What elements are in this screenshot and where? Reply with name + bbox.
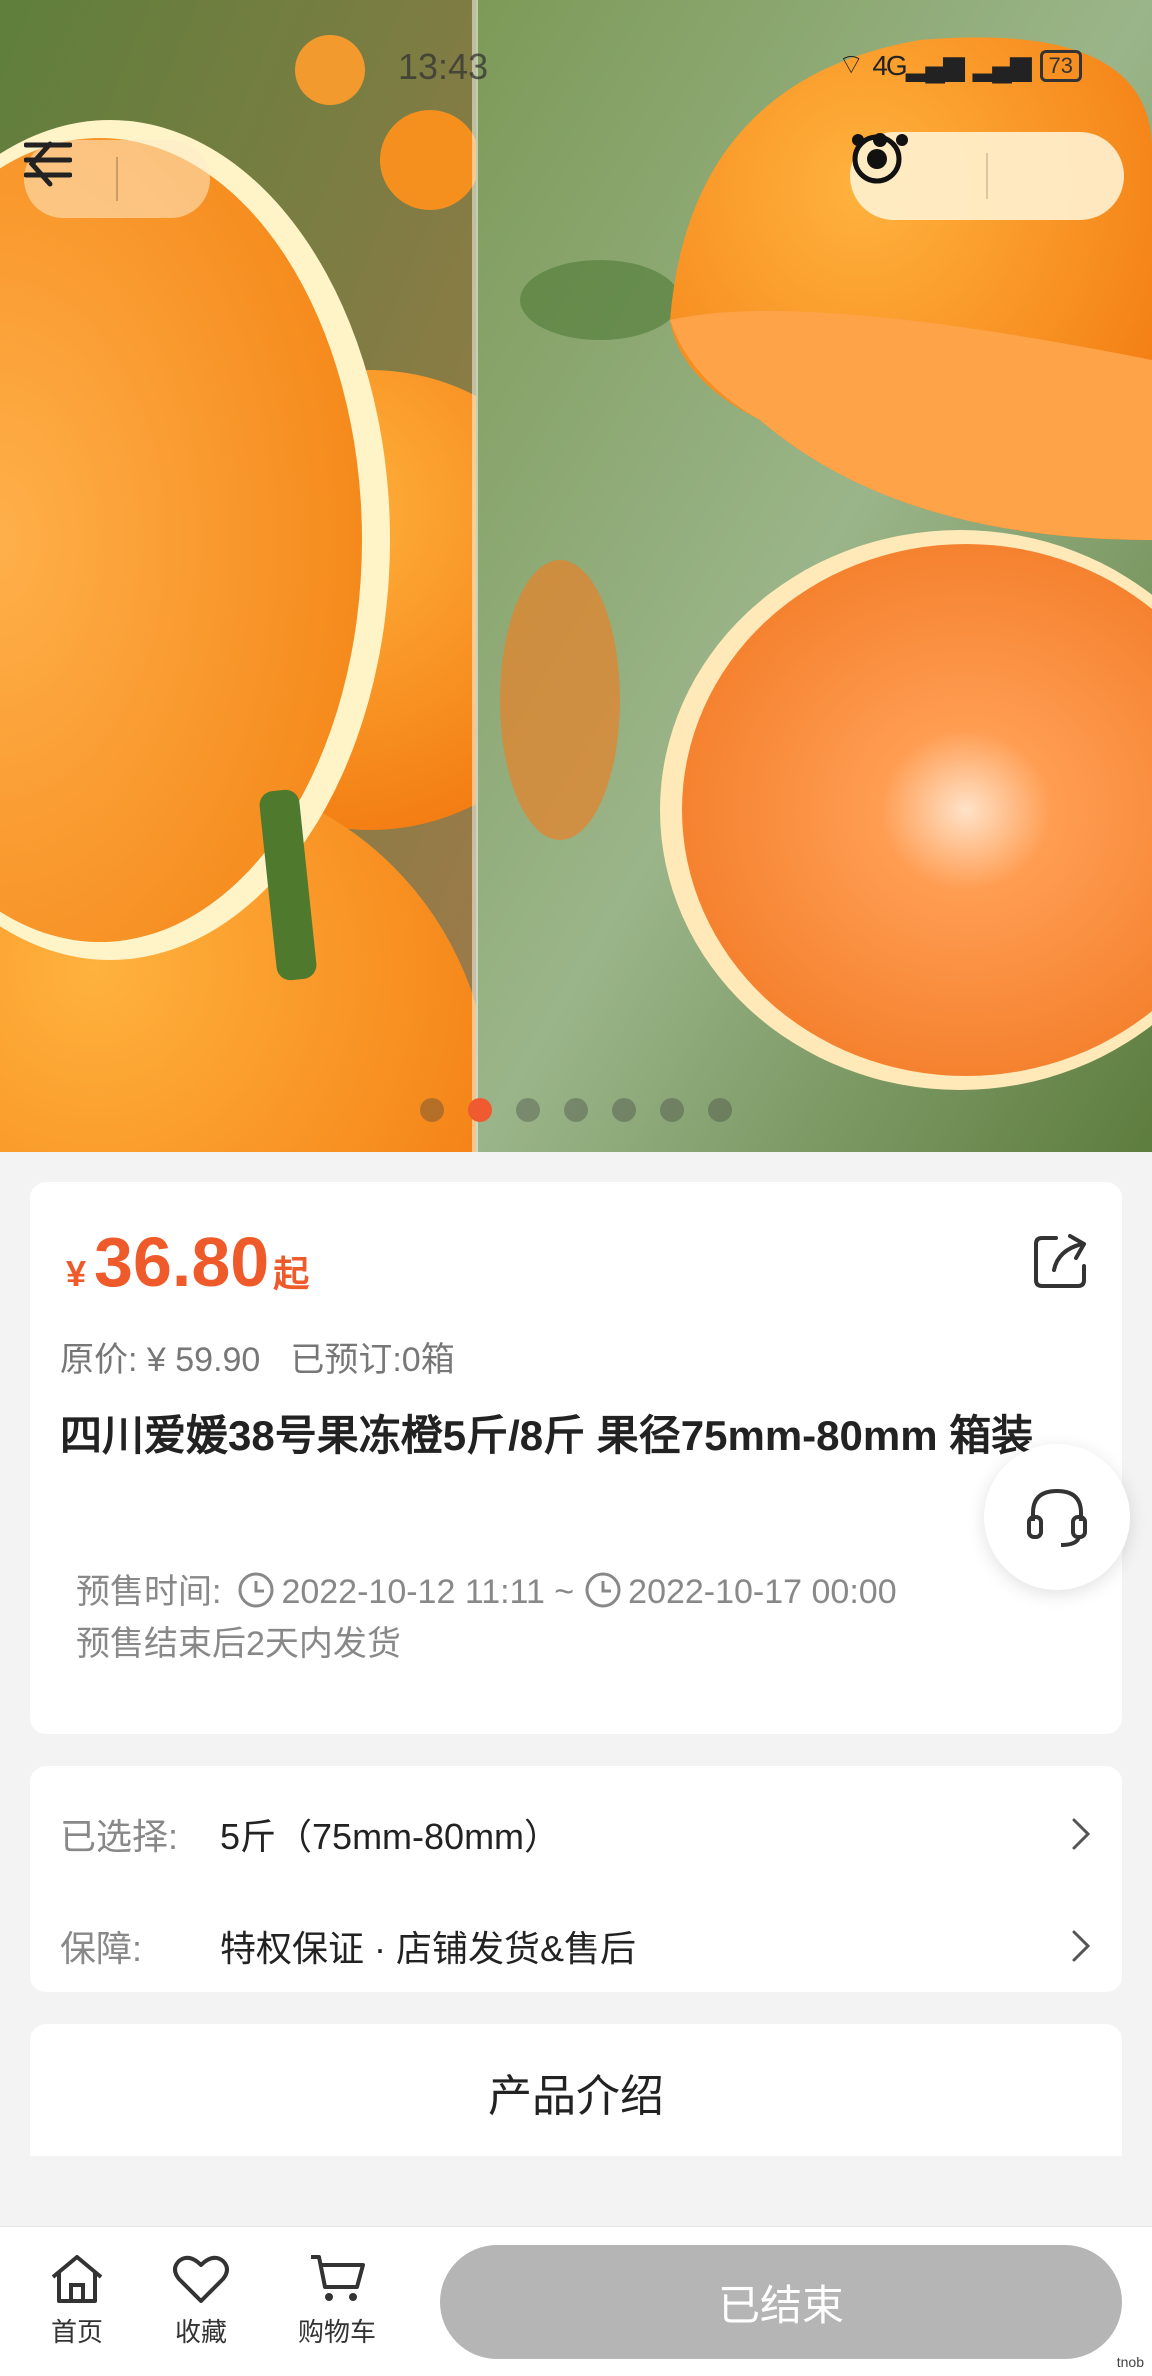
- nav-capsule: [24, 140, 210, 218]
- presale-end: 2022-10-17 00:00: [628, 1573, 897, 1611]
- watermark: tnob: [1116, 2354, 1144, 2370]
- tab-favorite[interactable]: 收藏: [146, 2251, 256, 2349]
- bottom-action-bar: 首页 收藏 购物车 已结束: [0, 2226, 1152, 2376]
- tab-favorite-label: 收藏: [174, 2317, 227, 2347]
- currency-symbol: ¥: [66, 1253, 87, 1294]
- status-time: 13:43: [398, 46, 489, 87]
- preorder-count: 已预订:0箱: [290, 1341, 455, 1379]
- clock-icon: [238, 1572, 274, 1608]
- status-bar: 13:43 ⌔ 4G▂▄▆ ▂▄▆ 73: [0, 40, 1152, 90]
- shipping-note: 预售结束后2天内发货: [76, 1625, 401, 1663]
- customer-service-button[interactable]: [984, 1444, 1130, 1590]
- share-button[interactable]: [1030, 1230, 1092, 1292]
- chevron-right-icon: [1072, 1818, 1091, 1850]
- signal-icon-2: ▂▄▆: [972, 50, 1032, 81]
- presale-info: 预售时间: 2022-10-12 11:11 ~2022-10-17 00:00 …: [76, 1566, 897, 1670]
- chevron-right-icon: [1072, 1930, 1091, 1962]
- guarantee-value: 特权保证 · 店铺发货&售后: [220, 1928, 637, 1969]
- product-image-carousel[interactable]: 13:43 ⌔ 4G▂▄▆ ▂▄▆ 73: [0, 0, 1152, 1152]
- price-value: 36.80: [94, 1223, 270, 1301]
- clock-icon: [585, 1572, 621, 1608]
- carousel-dot[interactable]: [516, 1098, 540, 1122]
- tab-home[interactable]: 首页: [22, 2251, 132, 2349]
- intro-title: 产品介绍: [488, 2072, 664, 2121]
- guarantee-row[interactable]: 保障: 特权保证 · 店铺发货&售后: [60, 1916, 1092, 1976]
- cart-icon: [311, 2255, 365, 2301]
- home-icon: [51, 2255, 103, 2303]
- product-title: 四川爱媛38号果冻橙5斤/8斤 果径75mm-80mm 箱装: [60, 1412, 1034, 1459]
- carousel-dot[interactable]: [660, 1098, 684, 1122]
- carousel-dot[interactable]: [468, 1098, 492, 1122]
- original-price: 原价: ¥ 59.90: [60, 1341, 261, 1379]
- price: ¥ 36.80 起: [66, 1222, 309, 1302]
- spec-value: 5斤（75mm-80mm）: [220, 1816, 561, 1857]
- target-icon: [852, 134, 902, 184]
- heart-icon: [173, 2255, 229, 2303]
- tab-home-label: 首页: [50, 2317, 103, 2347]
- presale-start: 2022-10-12 11:11 ~: [281, 1573, 575, 1611]
- product-intro-card: 产品介绍: [30, 2024, 1122, 2156]
- signal-icon: 4G▂▄▆: [872, 50, 964, 81]
- presale-label: 预售时间:: [76, 1573, 222, 1611]
- menu-button[interactable]: [24, 140, 210, 218]
- network-label: 4G: [872, 50, 907, 81]
- spec-selector[interactable]: 已选择: 5斤（75mm-80mm）: [60, 1804, 1092, 1864]
- options-card: 已选择: 5斤（75mm-80mm） 保障: 特权保证 · 店铺发货&售后: [30, 1766, 1122, 1992]
- carousel-dot[interactable]: [564, 1098, 588, 1122]
- price-meta: 原价: ¥ 59.90 已预订:0箱: [60, 1332, 455, 1381]
- ended-button[interactable]: 已结束: [440, 2245, 1122, 2359]
- wifi-icon: ⌔: [838, 49, 864, 80]
- carousel-dot[interactable]: [708, 1098, 732, 1122]
- close-miniprogram-button[interactable]: [852, 132, 1124, 220]
- carousel-dot[interactable]: [612, 1098, 636, 1122]
- tab-cart-label: 购物车: [297, 2317, 376, 2347]
- headset-icon: [1027, 1488, 1087, 1547]
- battery-icon: 73: [1039, 49, 1082, 82]
- spec-label: 已选择:: [60, 1816, 179, 1857]
- hamburger-icon: [24, 142, 72, 178]
- tab-cart[interactable]: 购物车: [282, 2251, 392, 2349]
- carousel-indicator: [420, 1098, 732, 1122]
- share-icon: [1034, 1234, 1086, 1288]
- price-suffix: 起: [273, 1253, 310, 1294]
- carousel-dot[interactable]: [420, 1098, 444, 1122]
- guarantee-label: 保障:: [60, 1928, 143, 1969]
- miniprogram-capsule: [850, 132, 1124, 220]
- product-info-card: ¥ 36.80 起 原价: ¥ 59.90 已预订:0箱 四川爱媛38号果冻橙5斤…: [30, 1182, 1122, 1734]
- battery-level: 73: [1048, 52, 1073, 78]
